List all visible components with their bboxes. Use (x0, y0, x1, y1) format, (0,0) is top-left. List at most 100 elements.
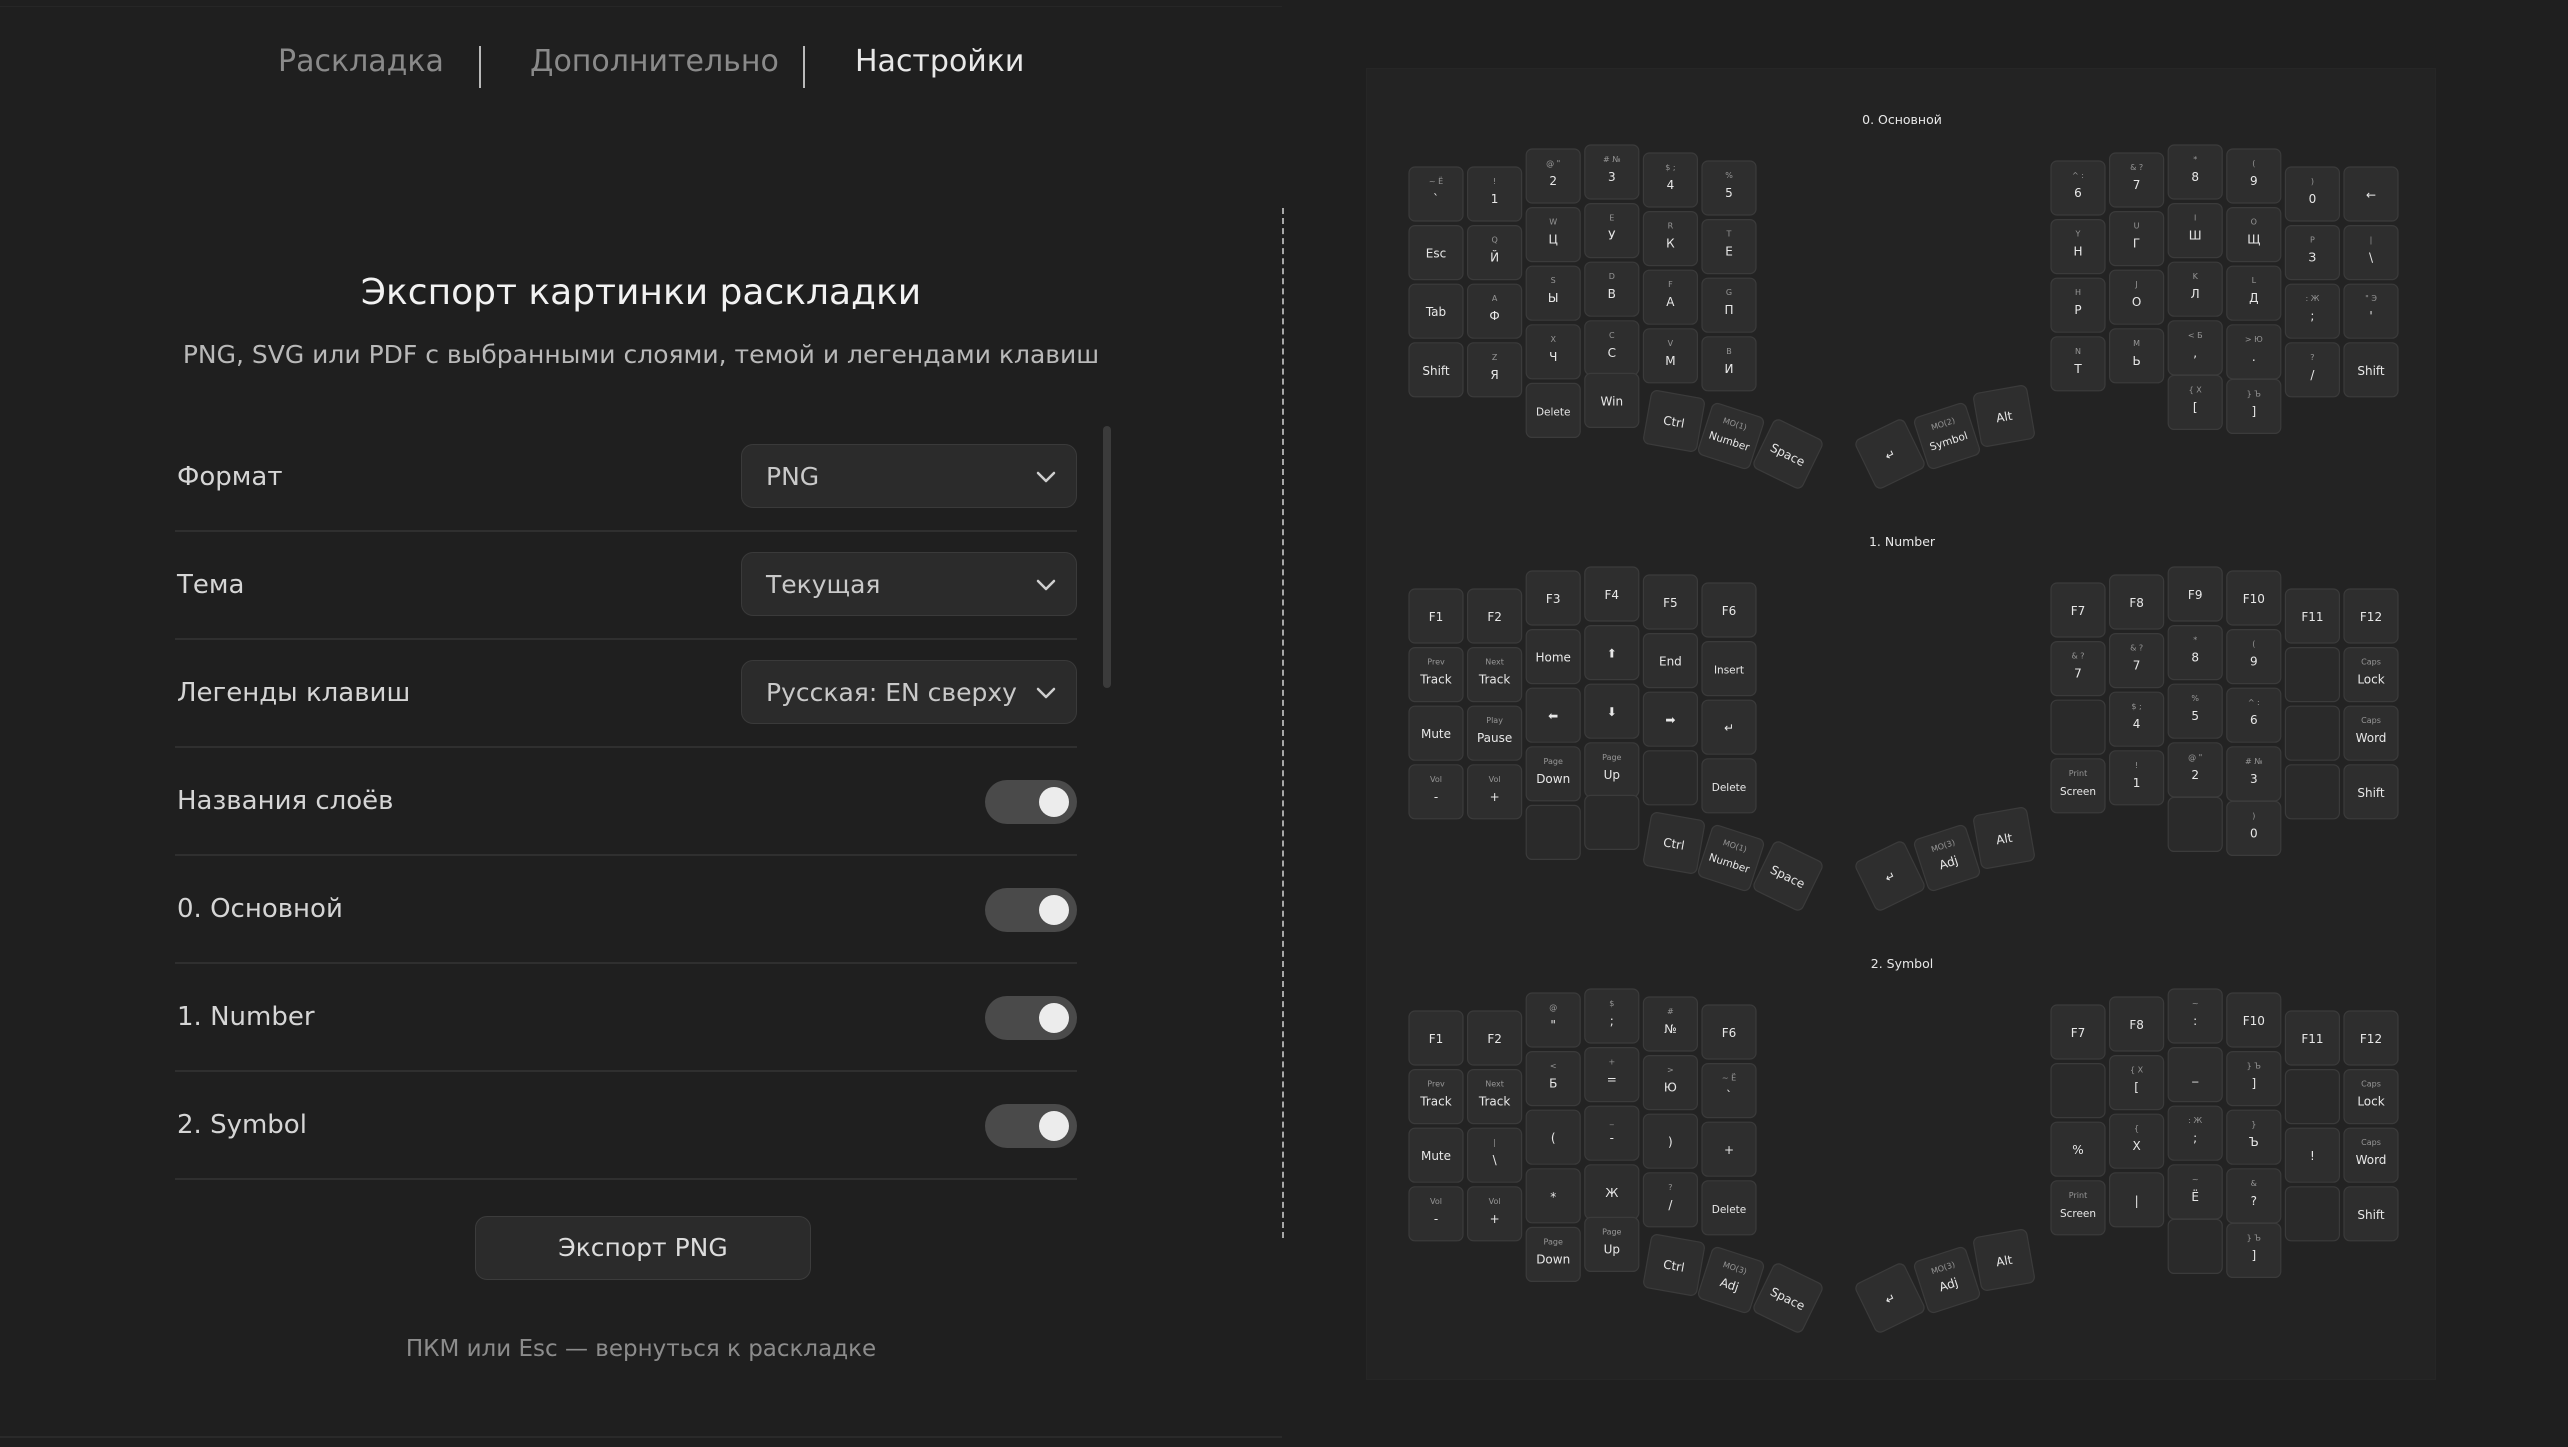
key-legend-main: Ю (1664, 1081, 1677, 1095)
thumb-key: Space (1753, 419, 1823, 489)
key: Delete (1701, 758, 1757, 814)
key-legend-main: 6 (2074, 186, 2082, 200)
thumb-key: Space (1753, 1263, 1823, 1333)
key-legend-main: F12 (2360, 1032, 2382, 1046)
key: F7 (2050, 1004, 2106, 1060)
theme-select[interactable]: Текущая (741, 552, 1077, 616)
layer-0-toggle[interactable] (985, 888, 1077, 932)
key-legend-main: Down (1536, 1252, 1570, 1266)
key-legend-top: D (1609, 272, 1615, 281)
key-legend-main: 3 (1608, 170, 1616, 184)
key: : Ж; (2167, 1105, 2223, 1161)
key: KЛ (2167, 261, 2223, 317)
key-legend-top: Page (1544, 757, 1563, 766)
key-cap (1642, 750, 1698, 806)
key: { Х [ (2108, 1054, 2165, 1111)
key: OЩ (2226, 207, 2282, 263)
key-legend-top: X (1550, 335, 1556, 344)
key: >Ю (1642, 1054, 1698, 1111)
key-legend-top: @ " (2188, 753, 2202, 762)
scrollbar[interactable] (1103, 426, 1111, 688)
key: Next Track (1466, 646, 1523, 703)
key-legend-top: Q (1491, 236, 1497, 245)
format-select[interactable]: PNG (741, 444, 1077, 508)
thumb-key (1584, 794, 1640, 851)
key-legend-main: Ё (2191, 1189, 2199, 1204)
key: {Х (2108, 1113, 2165, 1169)
key-legend-top: * (2193, 155, 2197, 164)
key-legend-main: 4 (1667, 178, 1675, 192)
export-button[interactable]: Экспорт PNG (475, 1216, 811, 1280)
key-legend-top: R (1668, 222, 1674, 231)
key-legend-main: . (2252, 350, 2256, 364)
key-legend-main: Insert (1714, 665, 1744, 677)
toggle-label: 0. Основной (177, 894, 343, 924)
key-legend-top: Print (2069, 1191, 2087, 1200)
key-legend-main: ` (1433, 192, 1439, 206)
key: Caps Lock (2343, 646, 2399, 703)
key-legend-main: Ъ (2249, 1135, 2259, 1149)
key-legend-main: Word (2356, 1153, 2387, 1167)
key: F5 (1642, 574, 1698, 630)
key-legend-main: Track (1478, 673, 1510, 687)
key-legend-top: : Ж (2188, 1116, 2202, 1125)
thumb-key (2167, 796, 2223, 853)
key: Vol - (1408, 1186, 1464, 1242)
toggle-knob (1039, 895, 1069, 925)
key: _- (1584, 1105, 1640, 1161)
thumb-key: Alt (1973, 807, 2035, 869)
key-legend-main: ] (2251, 404, 2256, 418)
key-legend-main: 4 (2133, 717, 2141, 731)
key-legend-top: Y (2075, 230, 2081, 239)
key-legend-main: Delete (1712, 1204, 1747, 1216)
key: %5 (1701, 160, 1757, 216)
key: Esc (1408, 225, 1464, 281)
key-legend-main: Ч (1549, 350, 1557, 364)
key: ~Ё (2167, 1164, 2223, 1220)
tab-layout[interactable]: Раскладка (278, 44, 444, 79)
key-legend-main: End (1659, 655, 1682, 669)
key: AФ (1466, 283, 1523, 339)
thumb-key: Win (1584, 372, 1640, 428)
key-legend-main: + (1490, 790, 1500, 804)
key-legend-top: & ? (2130, 644, 2143, 653)
key-legend-main: Lock (2357, 673, 2384, 687)
key-cap (2284, 646, 2341, 703)
key: NТ (2050, 336, 2106, 392)
layer-2-toggle[interactable] (985, 1104, 1077, 1148)
tab-settings[interactable]: Настройки (855, 44, 1024, 79)
key (2050, 699, 2106, 755)
key-legend-top: $ (1609, 999, 1614, 1008)
key-legend-top: % (1725, 171, 1733, 180)
key: : Ж; (2284, 283, 2341, 339)
key: XЧ (1525, 324, 1581, 380)
key-legend-main: F10 (2243, 592, 2265, 606)
key-legend-main: Е (1725, 245, 1733, 259)
key: ➡ (1642, 691, 1698, 747)
key: ⬅ (1525, 687, 1581, 743)
key (2284, 764, 2341, 820)
key-legend-top: U (2134, 222, 2140, 231)
key-legend-top: K (2193, 272, 2199, 281)
key: F11 (2284, 588, 2341, 644)
key-legend-main: F8 (2129, 596, 2144, 610)
key-legend-main: F7 (2071, 604, 2086, 618)
key-legend-main: ) (1668, 1135, 1673, 1149)
key: PЗ (2284, 225, 2341, 281)
key-legend-top: < (1550, 1062, 1557, 1071)
layer-names-toggle[interactable] (985, 780, 1077, 824)
key-legend-main: ] (2251, 1077, 2256, 1091)
key: F11 (2284, 1010, 2341, 1066)
key-legend-main: Shift (2357, 364, 2385, 378)
key-legend-main: 2 (1549, 174, 1557, 188)
key-legend-main: Delete (1536, 406, 1571, 418)
layer-1-toggle[interactable] (985, 996, 1077, 1040)
key-legend-main: Т (2073, 362, 2082, 376)
key: += (1584, 1046, 1640, 1103)
legends-select[interactable]: Русская: EN сверху (741, 660, 1077, 724)
tab-advanced[interactable]: Дополнительно (530, 44, 779, 79)
key: F2 (1466, 588, 1523, 644)
key: Shift (2343, 764, 2399, 820)
key: Prev Track (1408, 646, 1464, 703)
key-legend-main: 1 (1491, 192, 1499, 206)
